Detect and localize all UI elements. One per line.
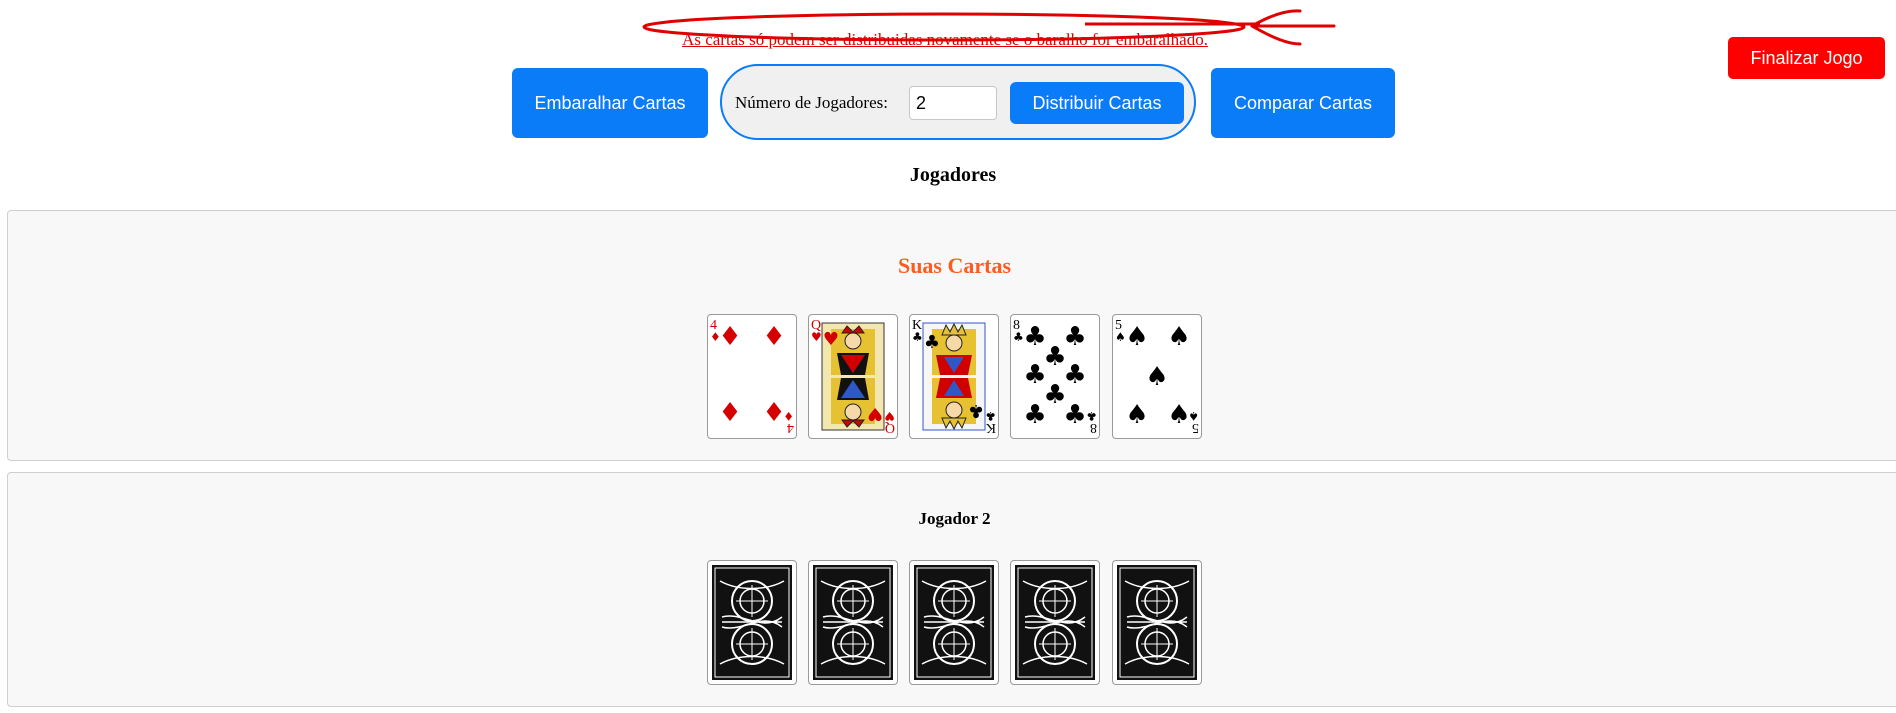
card-4-diamonds[interactable]: 4 ♦ ♦ ♦ ♦ ♦ 4 ♦	[707, 314, 797, 439]
card-back[interactable]	[1010, 560, 1100, 685]
card-5-spades[interactable]: 5 ♠ ♠ ♠ ♠ ♠ ♠ 5 ♠	[1112, 314, 1202, 439]
deal-cards-button[interactable]: Distribuir Cartas	[1010, 82, 1184, 124]
svg-text:♣: ♣	[1063, 400, 1086, 430]
card-8-clubs[interactable]: 8 ♣ ♣ ♣ ♣ ♣ ♣ ♣ ♣ ♣ 8 ♣	[1010, 314, 1100, 439]
svg-text:♠: ♠	[1145, 362, 1168, 392]
svg-text:♠: ♠	[1167, 400, 1190, 430]
your-hand-panel: Suas Cartas 4 ♦ ♦ ♦ ♦ ♦ 4 ♦ Q ♥ ♥ Q ♥ ♥ …	[7, 210, 1896, 461]
card-king-clubs[interactable]: K ♣ ♣ K ♣ ♣	[909, 314, 999, 439]
deal-controls-group: Número de Jogadores: Distribuir Cartas	[720, 64, 1196, 140]
finish-game-button[interactable]: Finalizar Jogo	[1728, 37, 1885, 79]
card-back[interactable]	[909, 560, 999, 685]
svg-text:♣: ♣	[985, 409, 996, 423]
your-hand: 4 ♦ ♦ ♦ ♦ ♦ 4 ♦ Q ♥ ♥ Q ♥ ♥ K ♣ ♣ K ♣ ♣ …	[707, 314, 1207, 440]
players-heading: Jogadores	[909, 164, 997, 186]
card-back-pattern-icon	[711, 564, 793, 681]
arrow-left-annotation-icon	[1250, 9, 1336, 46]
shuffle-cards-button[interactable]: Embaralhar Cartas	[512, 68, 708, 138]
card-back-pattern-icon	[1014, 564, 1096, 681]
svg-text:♣: ♣	[1023, 400, 1046, 430]
card-back[interactable]	[707, 560, 797, 685]
svg-text:♣: ♣	[1013, 330, 1024, 344]
svg-text:♦: ♦	[718, 322, 741, 352]
card-back[interactable]	[1112, 560, 1202, 685]
svg-text:♣: ♣	[968, 400, 984, 421]
svg-text:♠: ♠	[1125, 400, 1148, 430]
svg-text:♣: ♣	[1063, 360, 1086, 390]
card-queen-hearts[interactable]: Q ♥ ♥ Q ♥ ♥	[808, 314, 898, 439]
svg-text:♣: ♣	[924, 332, 940, 353]
svg-text:♦: ♦	[762, 322, 785, 352]
svg-text:♦: ♦	[783, 409, 794, 423]
card-back-pattern-icon	[913, 564, 995, 681]
svg-text:♠: ♠	[1167, 322, 1190, 352]
card-back-pattern-icon	[812, 564, 894, 681]
svg-text:♥: ♥	[867, 403, 883, 424]
deal-warning-text: As cartas só podem ser distribuidas nova…	[682, 30, 1208, 49]
svg-text:♥: ♥	[811, 330, 822, 344]
player-2-hand	[707, 560, 1207, 686]
svg-text:♣: ♣	[1086, 409, 1097, 423]
card-back-pattern-icon	[1116, 564, 1198, 681]
your-cards-title: Suas Cartas	[897, 253, 1012, 278]
compare-cards-button[interactable]: Comparar Cartas	[1211, 68, 1395, 138]
card-back[interactable]	[808, 560, 898, 685]
svg-text:♥: ♥	[884, 409, 895, 423]
player-2-title: Jogador 2	[918, 509, 991, 528]
players-count-label: Número de Jogadores:	[735, 93, 888, 112]
svg-text:♣: ♣	[912, 330, 923, 344]
svg-text:♥: ♥	[823, 329, 839, 350]
players-count-input[interactable]	[909, 86, 997, 120]
svg-text:♦: ♦	[718, 398, 741, 428]
svg-text:♠: ♠	[1125, 322, 1148, 352]
svg-text:♣: ♣	[1063, 322, 1086, 352]
svg-text:♠: ♠	[1115, 330, 1126, 344]
svg-text:♦: ♦	[762, 398, 785, 428]
player-2-panel: Jogador 2	[7, 472, 1896, 707]
svg-text:♠: ♠	[1188, 409, 1199, 423]
deal-warning-annotation: As cartas só podem ser distribuidas nova…	[640, 12, 1260, 60]
